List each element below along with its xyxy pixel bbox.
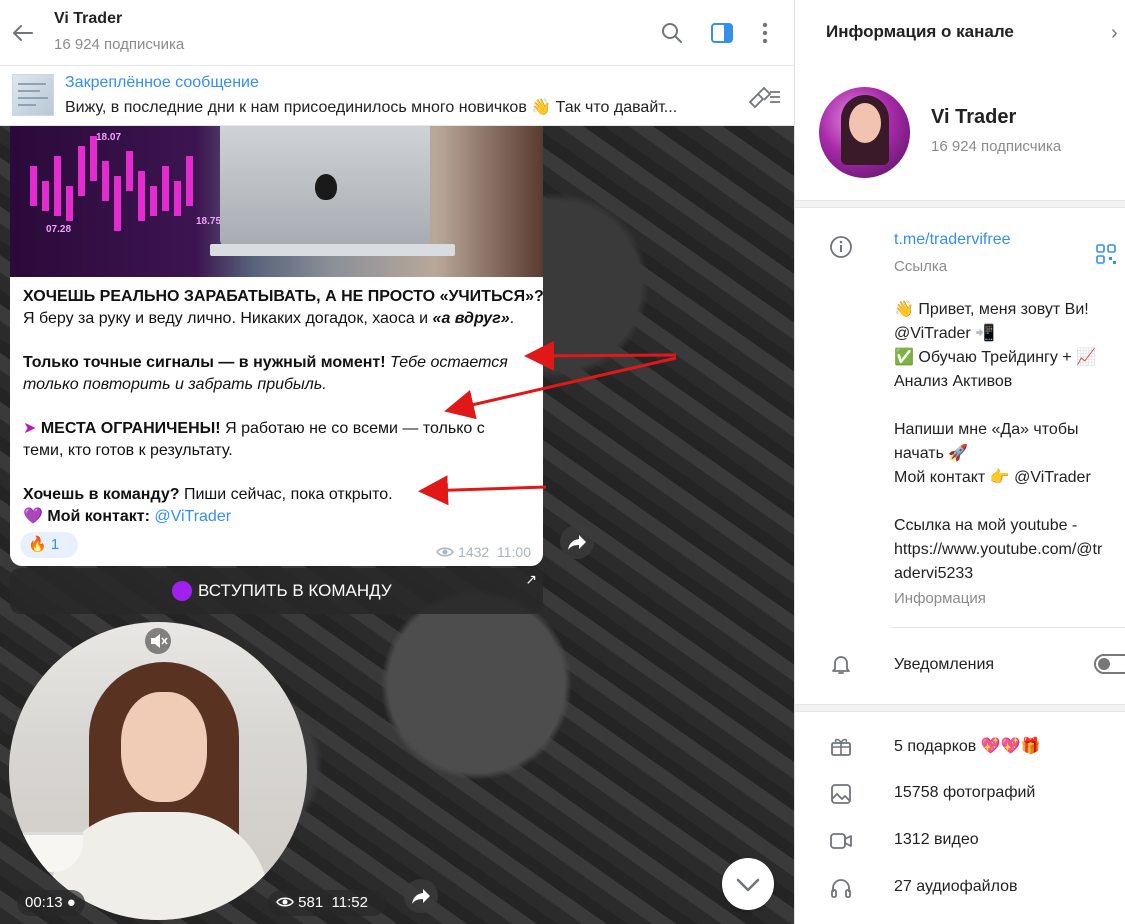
channel-link[interactable]: t.me/tradervifree — [894, 231, 1010, 249]
channel-subscribers: 16 924 подписчика — [931, 138, 1062, 155]
bell-icon — [832, 656, 850, 674]
chat-pane: Vi Trader 16 924 подписчика Закреплённое… — [0, 0, 794, 924]
headphones-icon — [831, 879, 851, 898]
bio-line-12[interactable]: adervi5233 — [894, 562, 973, 586]
bio-line-7: начать 🚀 — [894, 445, 969, 462]
section-separator — [795, 704, 1125, 712]
red-arrow-1 — [524, 340, 677, 371]
link-caption: Ссылка — [894, 258, 948, 275]
gifts-row[interactable]: 5 подарков 💖💖🎁 — [894, 736, 1040, 756]
gift-icon — [831, 738, 851, 756]
bio-line-4: Анализ Активов — [894, 373, 1013, 390]
video-icon — [830, 833, 852, 849]
red-arrow-2 — [444, 356, 677, 420]
red-arrow-3 — [418, 475, 547, 506]
info-title: Информация о канале — [826, 22, 1014, 41]
bio-line-11[interactable]: https://www.youtube.com/@tr — [894, 538, 1102, 562]
audio-row[interactable]: 27 аудиофайлов — [894, 878, 1018, 896]
annotation-arrows — [418, 340, 677, 506]
qr-code-icon[interactable] — [1095, 243, 1117, 265]
channel-name: Vi Trader — [931, 106, 1017, 128]
bio-line-10: Ссылка на мой youtube - — [894, 517, 1078, 534]
channel-avatar[interactable] — [819, 87, 910, 178]
bio-line-2[interactable]: @ViTrader 📲 — [894, 322, 995, 346]
bio-line-6: Напиши мне «Да» чтобы — [894, 421, 1079, 438]
close-panel-icon[interactable]: › — [1111, 22, 1118, 45]
bio-line-8: Мой контакт 👉 @ViTrader — [894, 469, 1091, 486]
photo-icon — [831, 784, 851, 804]
info-icon — [830, 236, 852, 258]
bio-caption: Информация — [894, 590, 986, 607]
notifications-toggle[interactable] — [1094, 654, 1125, 674]
videos-row[interactable]: 1312 видео — [894, 831, 979, 849]
channel-info-pane: Информация о канале › Vi Trader 16 924 п… — [794, 0, 1125, 924]
photos-row[interactable]: 15758 фотографий — [894, 784, 1035, 802]
bio-line-1: 👋 Привет, меня зовут Ви! — [894, 301, 1089, 318]
notifications-label: Уведомления — [894, 656, 995, 673]
bio-line-3: ✅ Обучаю Трейдингу + 📈 — [894, 349, 1097, 366]
section-separator — [795, 200, 1125, 208]
